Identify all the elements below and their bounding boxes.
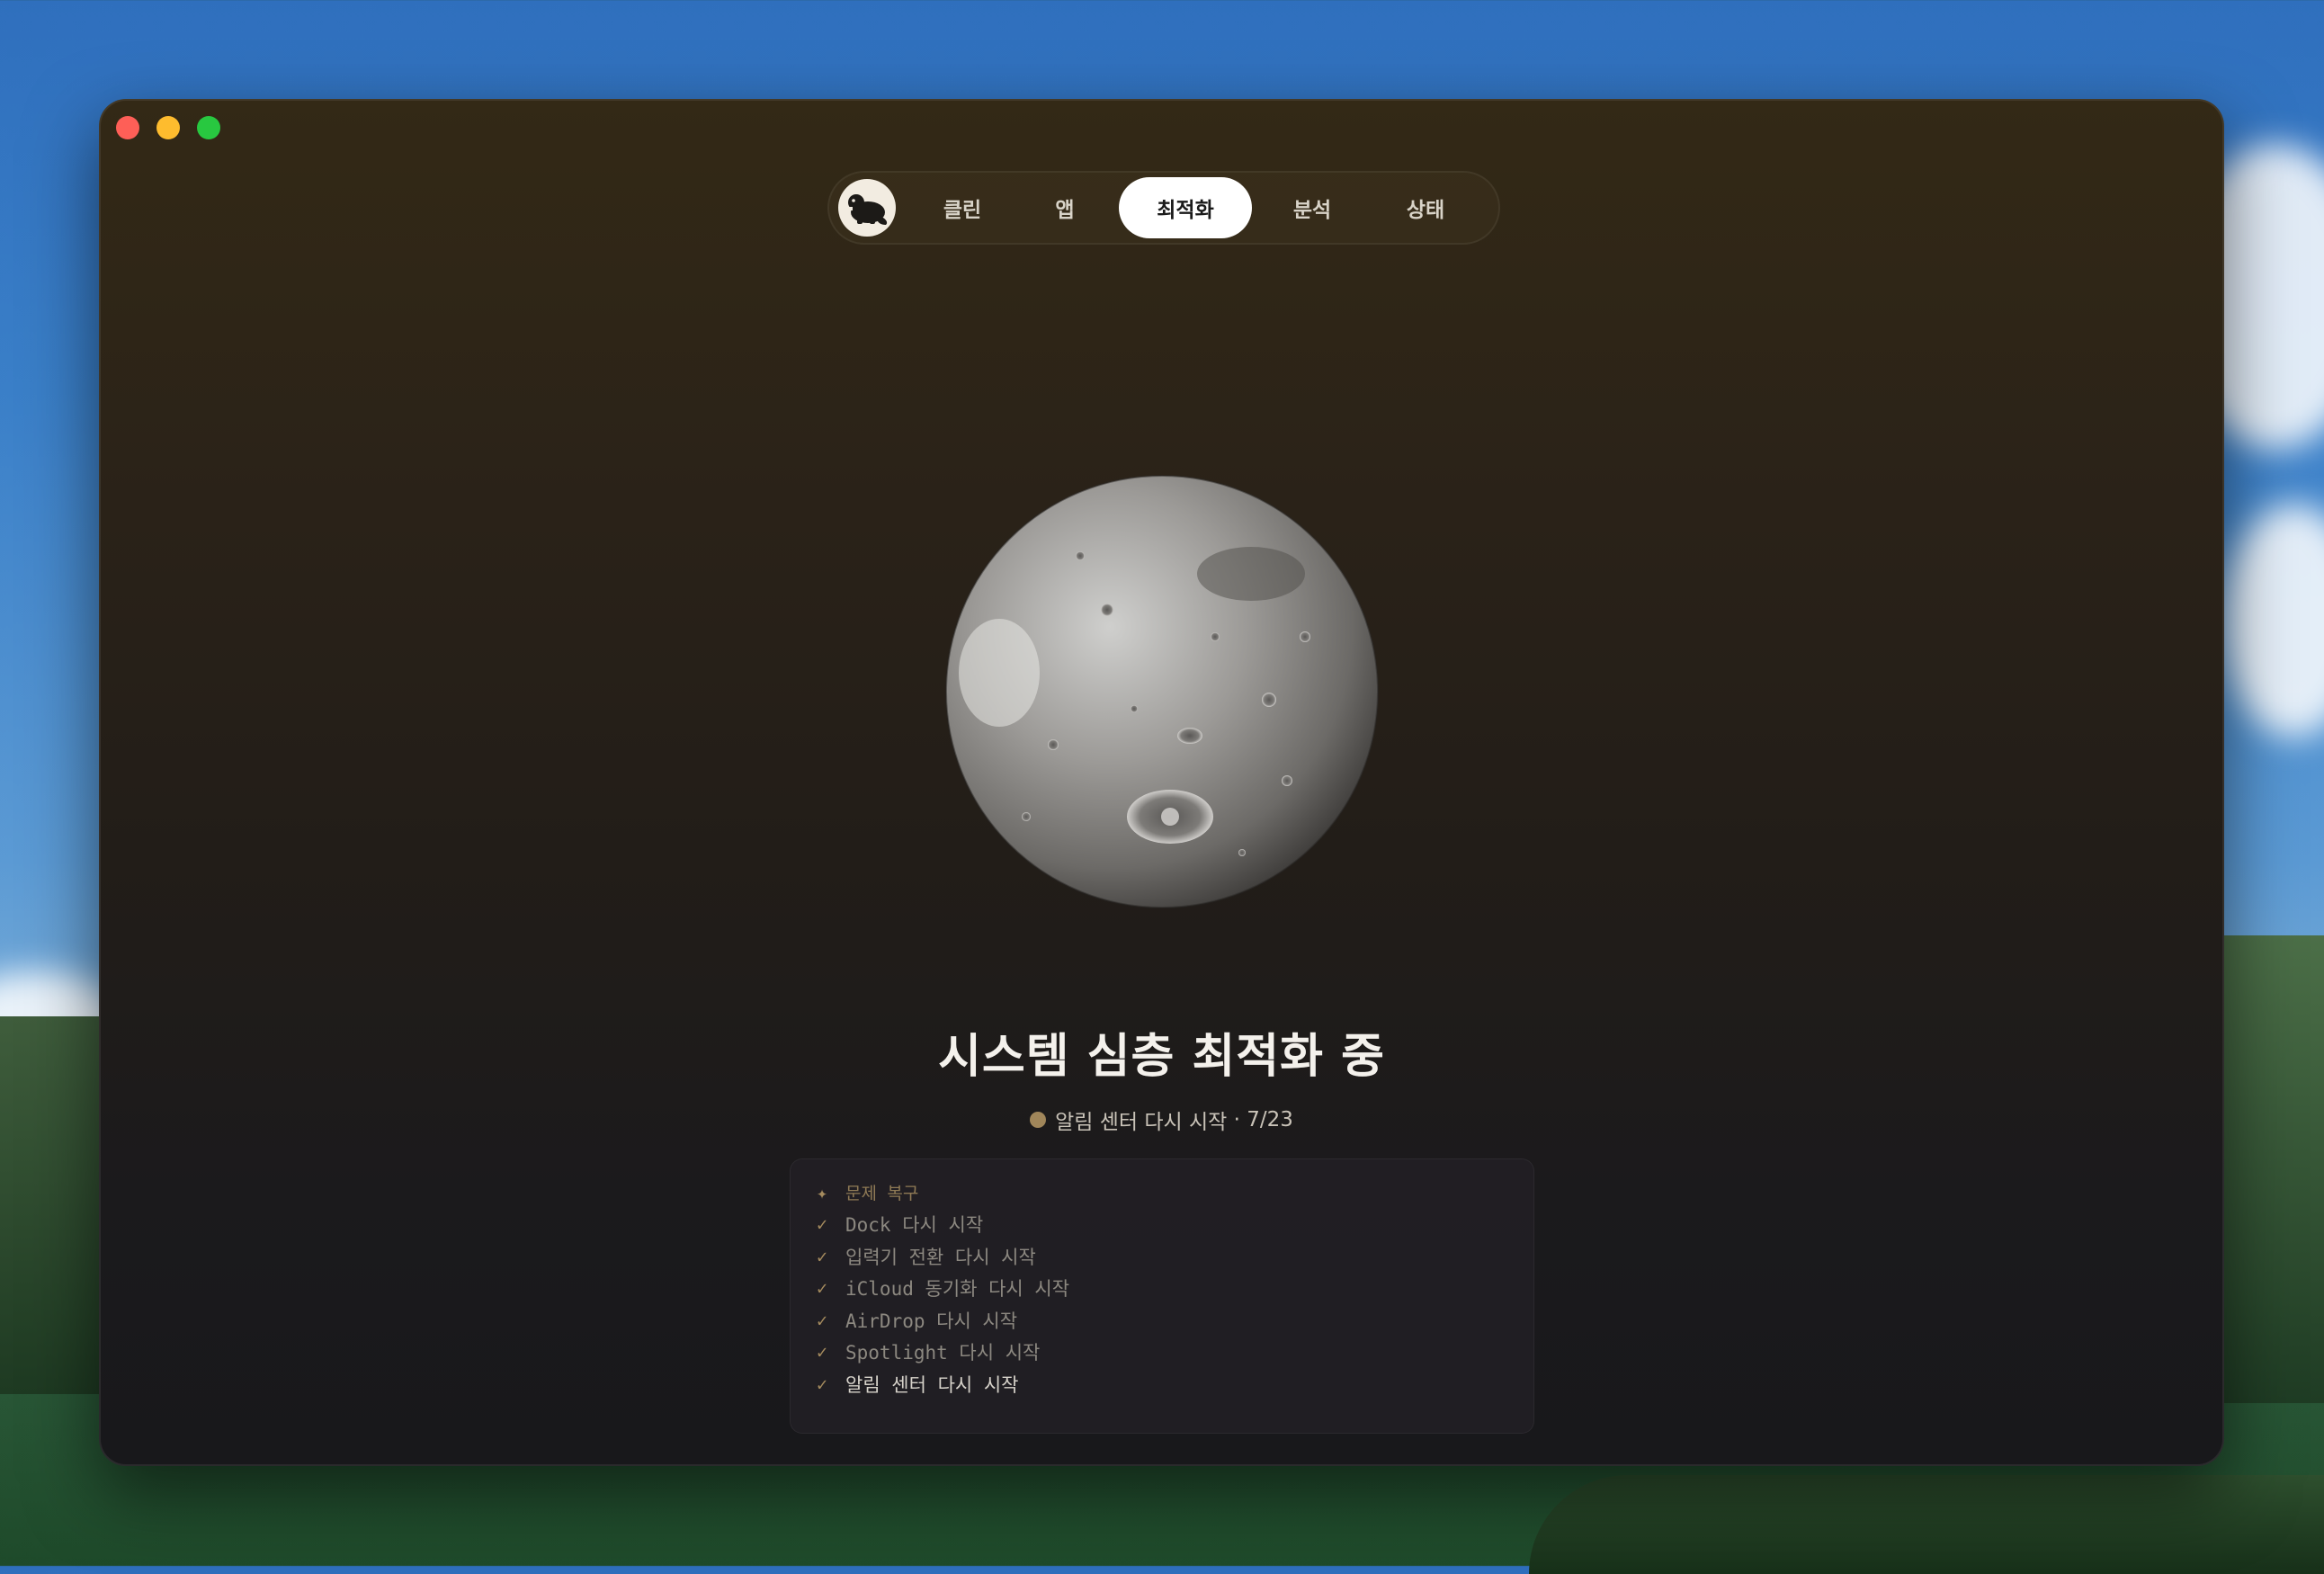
checkmark-icon: ✓ xyxy=(816,1341,828,1364)
log-header: ✦ 문제 복구 xyxy=(811,1176,1069,1209)
status-dot-icon xyxy=(1030,1112,1047,1128)
minimize-button[interactable] xyxy=(156,116,180,139)
list-item: ✓ iCloud 동기화 다시 시작 xyxy=(811,1273,1069,1305)
tab-status[interactable]: 상태 xyxy=(1376,177,1475,238)
list-item-label: 입력기 전환 다시 시작 xyxy=(845,1246,1036,1268)
list-item-label: AirDrop 다시 시작 xyxy=(845,1310,1018,1332)
status-separator: · xyxy=(1227,1108,1247,1131)
list-item: ✓ 알림 센터 다시 시작 xyxy=(811,1368,1069,1400)
checkmark-icon: ✓ xyxy=(816,1213,828,1236)
desktop-forest xyxy=(2221,935,2324,1403)
window-controls xyxy=(116,116,220,139)
checkmark-icon: ✓ xyxy=(816,1373,828,1395)
tab-clean[interactable]: 클린 xyxy=(914,177,1011,238)
top-nav: 클린 앱 최적화 분석 상태 xyxy=(827,171,1500,245)
sparkle-icon: ✦ xyxy=(816,1181,828,1203)
page-title: 시스템 심층 최적화 중 xyxy=(938,1030,1385,1084)
list-item: ✓ AirDrop 다시 시작 xyxy=(811,1304,1069,1337)
progress-count: 7/23 xyxy=(1247,1108,1293,1131)
tab-apps[interactable]: 앱 xyxy=(1022,177,1108,238)
log-header-label: 문제 복구 xyxy=(845,1184,919,1204)
task-log-panel: ✦ 문제 복구 ✓ Dock 다시 시작 ✓ 입력기 전환 다시 시작 ✓ iC… xyxy=(790,1158,1534,1434)
moon-illustration xyxy=(945,475,1379,908)
list-item-label: iCloud 동기화 다시 시작 xyxy=(845,1278,1070,1301)
list-item: ✓ Spotlight 다시 시작 xyxy=(811,1337,1069,1369)
task-log-list: ✦ 문제 복구 ✓ Dock 다시 시작 ✓ 입력기 전환 다시 시작 ✓ iC… xyxy=(811,1176,1069,1400)
list-item: ✓ 입력기 전환 다시 시작 xyxy=(811,1240,1069,1273)
zoom-button[interactable] xyxy=(197,116,220,139)
list-item-label: Dock 다시 시작 xyxy=(845,1214,984,1237)
desktop-forest xyxy=(1529,1475,2324,1574)
checkmark-icon: ✓ xyxy=(816,1309,828,1331)
beaver-icon[interactable] xyxy=(838,179,896,237)
progress-status: 알림 센터 다시 시작 · 7/23 xyxy=(99,1104,2224,1135)
list-item: ✓ Dock 다시 시작 xyxy=(811,1209,1069,1241)
app-window: 클린 앱 최적화 분석 상태 시스템 심층 최적화 중 알림 센터 다시 시작 … xyxy=(99,99,2224,1466)
tab-optimize[interactable]: 최적화 xyxy=(1119,177,1252,238)
list-item-label: Spotlight 다시 시작 xyxy=(845,1342,1041,1364)
list-item-label: 알림 센터 다시 시작 xyxy=(845,1373,1019,1396)
close-button[interactable] xyxy=(116,116,139,139)
status-text: 알림 센터 다시 시작 xyxy=(1055,1111,1228,1134)
checkmark-icon: ✓ xyxy=(816,1245,828,1267)
desktop-cloud xyxy=(2221,504,2324,738)
tab-analyze[interactable]: 분석 xyxy=(1263,177,1362,238)
checkmark-icon: ✓ xyxy=(816,1277,828,1300)
